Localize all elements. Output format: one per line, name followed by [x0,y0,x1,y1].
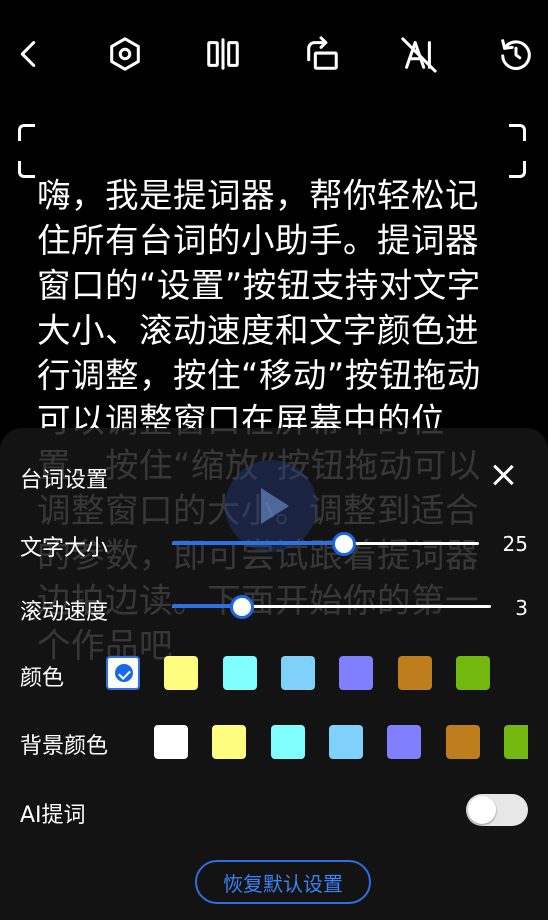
text-color-swatch[interactable] [164,656,199,690]
bg-color-swatch[interactable] [328,725,363,759]
close-icon[interactable] [488,460,518,490]
scroll-speed-slider[interactable] [172,594,491,619]
text-color-swatch[interactable] [397,656,432,690]
slider-thumb[interactable] [331,532,356,556]
panel-title: 台词设置 [20,468,109,493]
frame-corner [509,124,526,141]
ai-prompt-label: AI提词 [20,803,86,828]
ai-off-icon[interactable] [394,30,442,78]
slider-thumb[interactable] [230,595,255,619]
text-color-label: 颜色 [20,666,65,691]
bg-color-swatch[interactable] [445,725,480,759]
font-size-value: 25 [502,532,528,556]
scroll-speed-label: 滚动速度 [20,600,109,625]
back-icon[interactable] [4,30,52,78]
mirror-icon[interactable] [199,30,247,78]
bg-color-swatch[interactable] [212,725,247,759]
text-color-swatch[interactable] [339,656,374,690]
toggle-knob [468,796,496,824]
text-color-swatch[interactable] [455,656,490,690]
frame-corner [18,161,35,178]
frame-corner [509,161,526,178]
font-size-label: 文字大小 [20,536,109,561]
text-color-swatch[interactable] [222,656,257,690]
settings-icon[interactable] [101,30,149,78]
slider-fill [172,541,344,545]
ai-prompt-toggle[interactable] [466,794,528,826]
frame-corner [18,124,35,141]
font-size-slider[interactable] [172,531,479,556]
bg-color-swatch[interactable] [503,725,528,759]
text-color-swatch[interactable] [106,656,140,690]
bg-color-swatch[interactable] [154,725,188,759]
text-color-swatch[interactable] [280,656,315,690]
rotate-screen-icon[interactable] [298,30,346,78]
toolbar [0,0,548,110]
bg-color-swatches [154,724,528,760]
bg-color-swatch[interactable] [270,725,305,759]
bg-color-label: 背景颜色 [20,734,109,759]
bg-color-swatch[interactable] [387,725,422,759]
refresh-icon[interactable] [492,30,540,78]
reset-defaults-button[interactable]: 恢复默认设置 [195,860,371,904]
text-color-swatches [106,655,506,691]
scroll-speed-value: 3 [515,596,528,620]
